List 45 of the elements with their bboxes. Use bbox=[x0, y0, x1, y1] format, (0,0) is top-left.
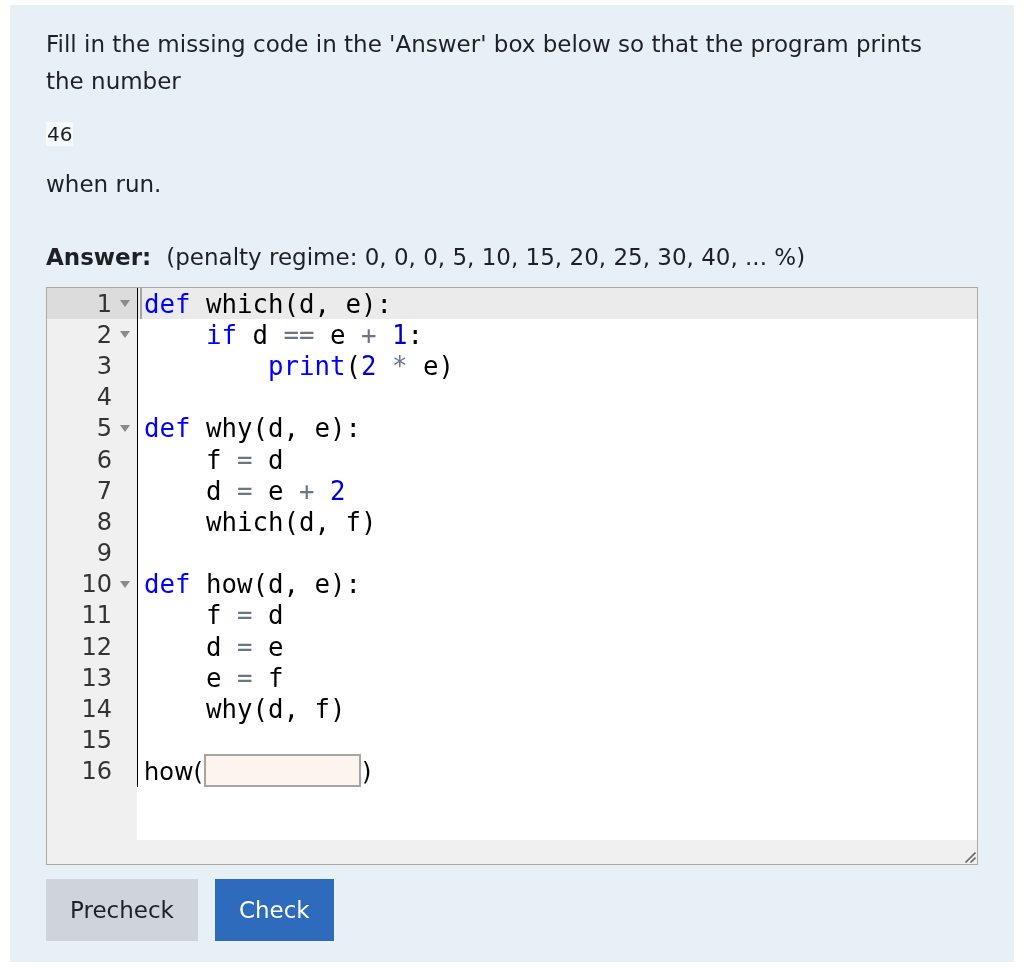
fold-arrow-icon[interactable] bbox=[120, 331, 130, 339]
resize-handle-icon[interactable] bbox=[964, 851, 976, 863]
line-number: 7 bbox=[96, 476, 112, 505]
line-number: 15 bbox=[81, 726, 112, 755]
line-number: 11 bbox=[81, 601, 112, 630]
expected-output: 46 bbox=[46, 122, 74, 146]
code-text: def why(d, e): bbox=[144, 413, 362, 444]
question-text: Fill in the missing code in the 'Answer' box below so that the program prints the number bbox=[46, 30, 923, 96]
line-number: 8 bbox=[96, 507, 112, 536]
code-text: f = d bbox=[206, 444, 284, 475]
code-text: print(2 * e) bbox=[268, 350, 455, 381]
fold-arrow-icon[interactable] bbox=[120, 580, 130, 588]
line-number: 13 bbox=[81, 663, 112, 692]
code-text: def how(d, e): bbox=[144, 569, 362, 600]
code-text: which(d, f) bbox=[206, 506, 377, 537]
line-number: 1 bbox=[96, 289, 112, 318]
line-number: 2 bbox=[96, 320, 112, 349]
code-text: d = e bbox=[206, 631, 284, 662]
line-number: 10 bbox=[81, 570, 112, 599]
primary-button[interactable]: Check bbox=[214, 879, 334, 941]
penalty-regime-text: (penalty regime: 0, 0, 0, 5, 10, 15, 20, 25, 30, 40, ... %) bbox=[166, 243, 806, 272]
code-text: how( bbox=[144, 756, 203, 787]
answer-label: Answer: bbox=[46, 243, 152, 272]
code-text: e = f bbox=[206, 662, 284, 693]
secondary-button[interactable]: Precheck bbox=[46, 879, 198, 941]
code-text: def which(d, e): bbox=[144, 288, 393, 319]
line-number: 16 bbox=[81, 757, 112, 786]
code-text: f = d bbox=[206, 600, 284, 631]
line-number: 12 bbox=[81, 632, 112, 661]
code-editor[interactable]: 1 def which(d, e): 2 if d == e + 1: 3 print(2 * e) 4 5 def why(d, e): 6 f = d 7 d = e + 2 8 which(d, f) 9 10 def how(d, e): 11 f = d 12 d = e 13 e = f 14 why(d, f) 15 16 how( ) bbox=[46, 287, 978, 865]
fold-arrow-icon[interactable] bbox=[120, 300, 130, 308]
code-text: why(d, f) bbox=[206, 694, 346, 725]
answer-field[interactable] bbox=[203, 753, 361, 787]
line-number: 14 bbox=[81, 695, 112, 724]
text-cursor bbox=[140, 288, 142, 320]
line-number: 5 bbox=[96, 414, 112, 443]
line-number: 6 bbox=[96, 445, 112, 474]
fold-arrow-icon[interactable] bbox=[120, 424, 130, 432]
line-number: 3 bbox=[96, 351, 112, 380]
question-text: when run. bbox=[46, 170, 163, 199]
line-number: 9 bbox=[96, 539, 112, 568]
code-text: d = e + 2 bbox=[206, 475, 346, 506]
line-number: 4 bbox=[96, 383, 112, 412]
code-text: ) bbox=[361, 756, 372, 787]
code-text: if d == e + 1: bbox=[206, 319, 424, 350]
